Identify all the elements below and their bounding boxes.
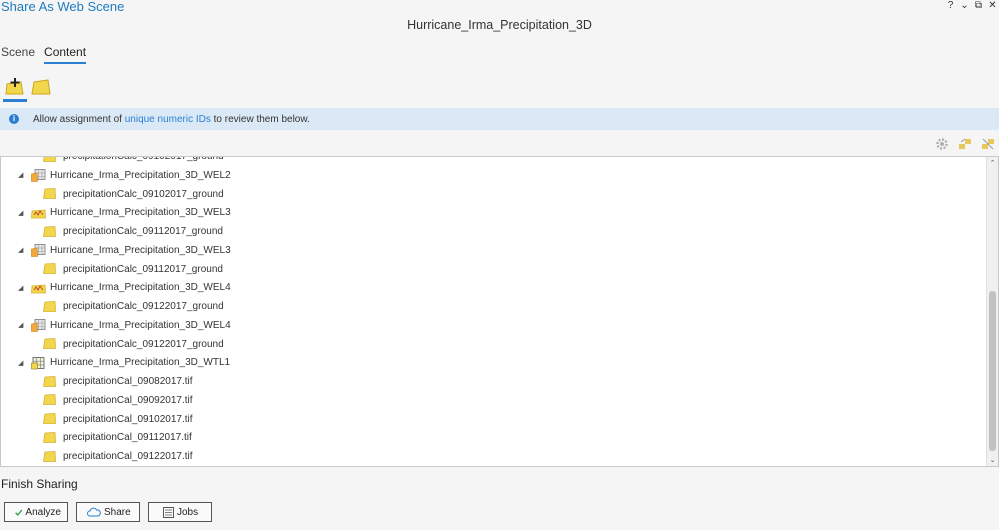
- scroll-up-icon[interactable]: ⌃: [987, 159, 998, 167]
- elevation-surface-icon: [31, 319, 46, 333]
- elevation-surface-icon: [31, 169, 46, 183]
- tab-scene[interactable]: Scene: [1, 45, 35, 64]
- layer-icon: [31, 79, 51, 95]
- layer-label: Hurricane_Irma_Precipitation_3D_WEL2: [50, 169, 231, 181]
- info-icon: i: [9, 114, 19, 124]
- share-label: Share: [104, 506, 131, 518]
- jobs-label: Jobs: [177, 506, 199, 518]
- share-button[interactable]: Share: [76, 502, 140, 522]
- finish-sharing-title: Finish Sharing: [1, 477, 78, 491]
- expand-toggle-icon[interactable]: ◢: [18, 209, 28, 217]
- layer-row[interactable]: precipitationCal_09112017.tif: [1, 428, 192, 447]
- scene-layer-icon: [31, 282, 46, 294]
- layer-label: precipitationCalc_09102017_ground: [63, 188, 224, 200]
- layer-group-row[interactable]: ◢ Hurricane_Irma_Precipitation_3D_WEL4: [1, 316, 231, 335]
- layer-label: precipitationCal_09102017.tif: [63, 413, 193, 425]
- layer-row[interactable]: precipitationCalc_09122017_ground: [1, 335, 224, 354]
- layer-row[interactable]: precipitationCal_09082017.tif: [1, 372, 193, 391]
- info-prefix: Allow assignment of: [33, 113, 122, 125]
- layer-label: Hurricane_Irma_Precipitation_3D_WEL3: [50, 244, 231, 256]
- layer-label: precipitationCal_09122017.tif: [63, 451, 193, 462]
- list-tools: [935, 137, 995, 151]
- polygon-layer-icon: [43, 375, 57, 388]
- layer-label: precipitationCalc_09122017_ground: [63, 301, 224, 312]
- polygon-layer-icon: [43, 157, 57, 163]
- layer-group-row[interactable]: ◢ Hurricane_Irma_Precipitation_3D_WEL4: [1, 278, 231, 297]
- unique-ids-link[interactable]: unique numeric IDs: [125, 114, 211, 125]
- scene-layer-icon: [31, 207, 46, 219]
- layer-row[interactable]: precipitationCalc_09102017_ground: [1, 156, 224, 166]
- elevation-surface-icon: [31, 244, 46, 258]
- expand-toggle-icon[interactable]: ◢: [18, 284, 28, 292]
- analyze-button[interactable]: Analyze: [4, 502, 68, 522]
- layer-label: precipitationCalc_09112017_ground: [63, 226, 223, 237]
- tab-content[interactable]: Content: [44, 45, 87, 64]
- layer-label: Hurricane_Irma_Precipitation_3D_WEL4: [50, 282, 231, 294]
- add-layer-button[interactable]: [3, 76, 27, 102]
- finish-actions: Analyze Share Jobs: [4, 502, 212, 522]
- layer-label: Hurricane_Irma_Precipitation_3D_WEL3: [50, 207, 231, 219]
- title-bar: Share As Web Scene ? ⌄ ⧉ ✕: [0, 0, 999, 16]
- info-message: Allow assignment of unique numeric IDs t…: [33, 114, 310, 125]
- layer-row[interactable]: precipitationCal_09122017.tif: [1, 447, 193, 466]
- layer-label: precipitationCal_09092017.tif: [63, 394, 193, 406]
- layer-row[interactable]: precipitationCalc_09112017_ground: [1, 222, 223, 241]
- help-icon[interactable]: ?: [946, 0, 955, 12]
- gear-icon[interactable]: [935, 137, 949, 151]
- layer-label: precipitationCal_09112017.tif: [63, 432, 192, 444]
- jobs-list-icon: [163, 506, 174, 518]
- info-suffix: to review them below.: [213, 113, 310, 125]
- polygon-layer-icon: [43, 225, 57, 238]
- content-list: precipitationCalc_09102017_ground ◢ Hurric…: [0, 156, 999, 467]
- polygon-layer-icon: [43, 394, 57, 406]
- layer-row[interactable]: precipitationCalc_09122017_ground: [1, 297, 224, 316]
- vertical-scrollbar[interactable]: ⌃ ⌄: [986, 157, 998, 466]
- scroll-down-icon[interactable]: ⌄: [987, 456, 998, 464]
- collapse-icon[interactable]: ⌄: [960, 0, 969, 12]
- tab-bar: Scene Content: [1, 45, 87, 64]
- clear-ids-icon[interactable]: [981, 137, 995, 151]
- layer-list-button[interactable]: [29, 76, 53, 102]
- info-bar: i Allow assignment of unique numeric IDs…: [0, 108, 999, 130]
- layer-label: precipitationCalc_09122017_ground: [63, 338, 224, 350]
- close-icon[interactable]: ✕: [988, 0, 997, 12]
- polygon-layer-icon: [43, 450, 57, 463]
- expand-toggle-icon[interactable]: ◢: [18, 321, 28, 329]
- window-controls: ? ⌄ ⧉ ✕: [946, 0, 997, 12]
- jobs-button[interactable]: Jobs: [148, 502, 212, 522]
- polygon-layer-icon: [43, 300, 57, 313]
- layer-label: precipitationCalc_09112017_ground: [63, 263, 223, 275]
- polygon-layer-icon: [43, 188, 57, 200]
- layer-label: Hurricane_Irma_Precipitation_3D_WEL4: [50, 319, 231, 331]
- layer-group-row[interactable]: ◢ Hurricane_Irma_Precipitation_3D_WEL3: [1, 241, 231, 260]
- layer-row[interactable]: precipitationCalc_09112017_ground: [1, 260, 223, 279]
- window-title: Share As Web Scene: [1, 0, 125, 14]
- polygon-layer-icon: [43, 263, 57, 275]
- layer-label: Hurricane_Irma_Precipitation_3D_WTL1: [50, 357, 231, 369]
- content-view-toggle: [3, 76, 53, 102]
- polygon-layer-icon: [43, 431, 57, 444]
- document-name: Hurricane_Irma_Precipitation_3D: [407, 18, 592, 32]
- cloud-icon: [87, 507, 101, 517]
- layer-label: precipitationCalc_09102017_ground: [63, 156, 224, 162]
- polygon-layer-icon: [43, 413, 57, 425]
- layer-group-row[interactable]: ◢ Hurricane_Irma_Precipitation_3D_WTL1: [1, 353, 230, 372]
- layer-row[interactable]: precipitationCal_09092017.tif: [1, 391, 193, 410]
- assign-ids-icon[interactable]: [958, 137, 972, 151]
- layer-row[interactable]: precipitationCalc_09102017_ground: [1, 185, 224, 204]
- layer-group-row[interactable]: ◢ Hurricane_Irma_Precipitation_3D_WEL2: [1, 166, 231, 185]
- tile-layer-icon: [31, 356, 45, 370]
- layer-label: precipitationCal_09082017.tif: [63, 376, 193, 387]
- expand-toggle-icon[interactable]: ◢: [18, 246, 28, 254]
- polygon-layer-icon: [43, 338, 57, 350]
- layer-row[interactable]: precipitationCal_09102017.tif: [1, 410, 193, 429]
- scroll-thumb[interactable]: [989, 291, 996, 451]
- analyze-label: Analyze: [25, 506, 61, 518]
- expand-toggle-icon[interactable]: ◢: [18, 359, 28, 367]
- add-layer-icon: [5, 78, 24, 95]
- restore-icon[interactable]: ⧉: [974, 0, 983, 12]
- layer-group-row[interactable]: ◢ Hurricane_Irma_Precipitation_3D_WEL3: [1, 203, 231, 222]
- checkmark-icon: [15, 509, 23, 516]
- expand-toggle-icon[interactable]: ◢: [18, 171, 28, 179]
